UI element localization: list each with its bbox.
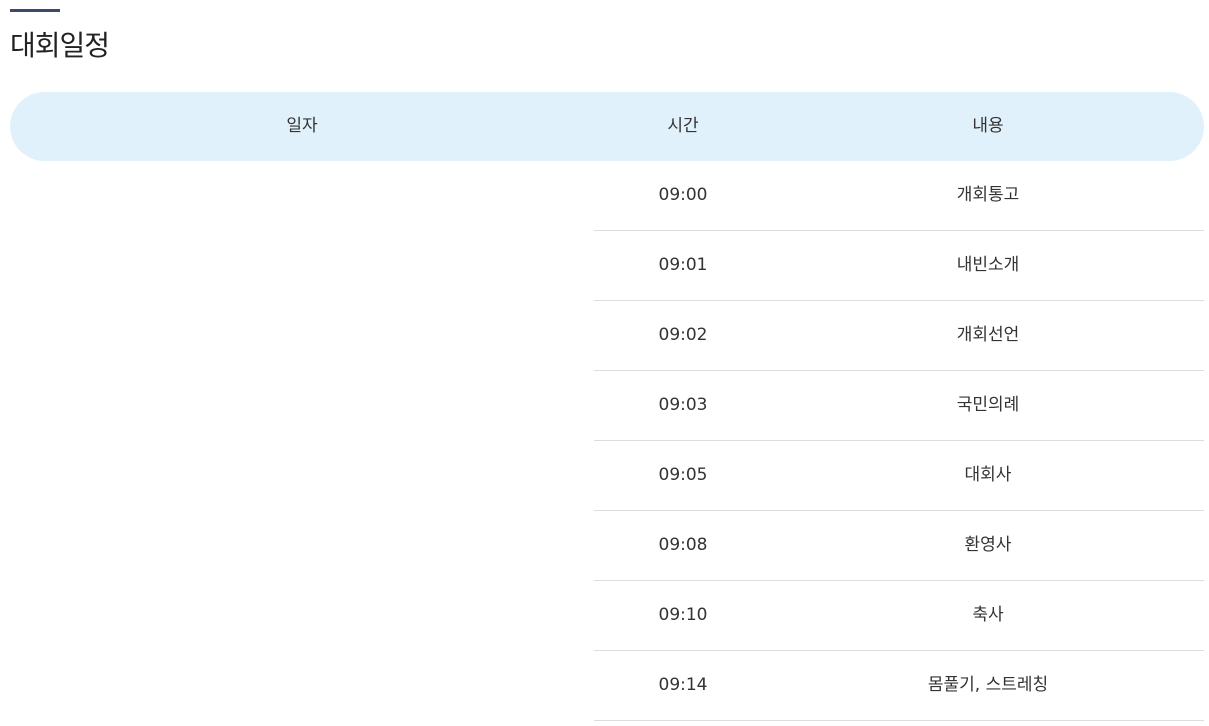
cell-content: 대회사 xyxy=(964,465,1012,485)
cell-time: 09:14 xyxy=(658,675,708,695)
cell-time: 09:08 xyxy=(658,535,708,555)
title-accent-bar xyxy=(10,9,60,12)
table-row: 09:05 대회사 xyxy=(594,441,1204,511)
cell-time: 09:02 xyxy=(658,325,708,345)
page-title: 대회일정 xyxy=(10,29,110,62)
table-row: 09:00 개회통고 xyxy=(594,161,1204,231)
column-header-date: 일자 xyxy=(286,116,318,136)
column-header-time: 시간 xyxy=(667,116,699,136)
cell-time: 09:05 xyxy=(658,465,708,485)
table-header: 일자 시간 내용 xyxy=(10,92,1204,161)
cell-time: 09:01 xyxy=(658,255,708,275)
table-row: 09:14 몸풀기, 스트레칭 xyxy=(594,651,1204,721)
cell-content: 축사 xyxy=(972,605,1004,625)
cell-content: 내빈소개 xyxy=(956,255,1020,275)
table-row: 09:03 국민의례 xyxy=(594,371,1204,441)
table-row: 09:10 축사 xyxy=(594,581,1204,651)
cell-content: 환영사 xyxy=(964,535,1012,555)
cell-time: 09:10 xyxy=(658,605,708,625)
cell-content: 개회통고 xyxy=(956,185,1020,205)
cell-time: 09:00 xyxy=(658,185,708,205)
table-row: 09:08 환영사 xyxy=(594,511,1204,581)
cell-content: 개회선언 xyxy=(956,325,1020,345)
cell-content: 국민의례 xyxy=(956,395,1020,415)
table-row: 09:01 내빈소개 xyxy=(594,231,1204,301)
schedule-table: 일자 시간 내용 09:00 개회통고 09:01 내빈소개 09:02 개회선… xyxy=(10,92,1204,721)
table-body: 09:00 개회통고 09:01 내빈소개 09:02 개회선언 09:03 국… xyxy=(10,161,1204,721)
column-header-content: 내용 xyxy=(972,116,1004,136)
table-row: 09:02 개회선언 xyxy=(594,301,1204,371)
cell-content: 몸풀기, 스트레칭 xyxy=(927,675,1049,695)
cell-time: 09:03 xyxy=(658,395,708,415)
